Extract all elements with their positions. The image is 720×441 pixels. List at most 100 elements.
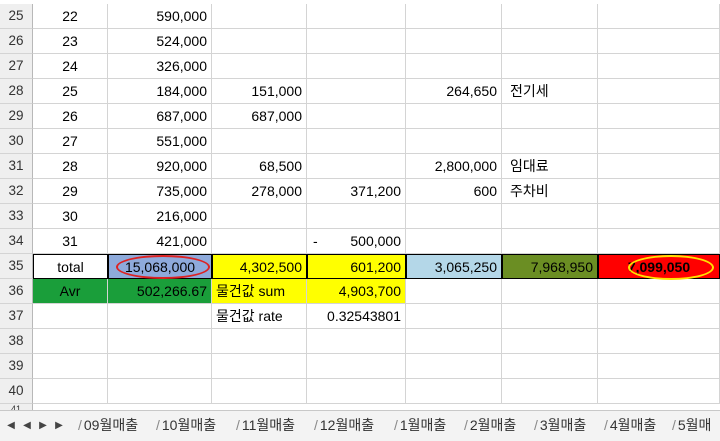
row-header[interactable]: 40	[0, 379, 33, 404]
cell[interactable]	[406, 204, 502, 229]
expense-cell[interactable]: 371,200	[307, 179, 406, 204]
cell[interactable]	[212, 229, 307, 254]
cell[interactable]	[502, 29, 598, 54]
cell[interactable]	[598, 204, 720, 229]
expense-cell[interactable]: 687,000	[212, 104, 307, 129]
cell[interactable]	[406, 229, 502, 254]
cell[interactable]	[406, 279, 502, 304]
cell[interactable]	[502, 379, 598, 404]
cell[interactable]	[598, 129, 720, 154]
cell[interactable]	[406, 4, 502, 29]
prev-sheet-icon[interactable]: ◀	[20, 419, 34, 433]
sheet-tab[interactable]: 11월매출	[232, 412, 299, 438]
cell[interactable]	[307, 104, 406, 129]
cell[interactable]	[108, 354, 212, 379]
cell[interactable]	[406, 379, 502, 404]
row-header[interactable]: 38	[0, 329, 33, 354]
cell[interactable]	[212, 129, 307, 154]
cell[interactable]	[307, 79, 406, 104]
row-header[interactable]: 25	[0, 4, 33, 29]
total-cell[interactable]: 601,200	[307, 254, 406, 279]
cell[interactable]	[212, 354, 307, 379]
expense-label-cell[interactable]: 임대료	[502, 154, 598, 179]
cell[interactable]	[502, 129, 598, 154]
cell[interactable]	[212, 204, 307, 229]
cell[interactable]	[307, 4, 406, 29]
cell[interactable]	[598, 229, 720, 254]
cell[interactable]	[108, 304, 212, 329]
cell[interactable]	[307, 54, 406, 79]
cell[interactable]	[406, 304, 502, 329]
cell[interactable]	[502, 279, 598, 304]
sales-cell[interactable]: 421,000	[108, 229, 212, 254]
cell[interactable]	[212, 29, 307, 54]
cell[interactable]	[502, 354, 598, 379]
expense-label-cell[interactable]: 주차비	[502, 179, 598, 204]
cell[interactable]	[598, 179, 720, 204]
cell[interactable]	[307, 154, 406, 179]
sheet-tab[interactable]: 1월매출	[390, 412, 450, 438]
day-cell[interactable]: 29	[33, 179, 108, 204]
sales-cell[interactable]: 216,000	[108, 204, 212, 229]
total-cell[interactable]: 4,302,500	[212, 254, 307, 279]
cell[interactable]	[307, 29, 406, 54]
cell[interactable]	[598, 279, 720, 304]
cell[interactable]	[406, 329, 502, 354]
cell[interactable]	[406, 104, 502, 129]
row-header[interactable]: 34	[0, 229, 33, 254]
cell[interactable]	[502, 204, 598, 229]
cell[interactable]	[598, 4, 720, 29]
total-sales-cell[interactable]: 15,068,000	[108, 254, 212, 279]
total-cell[interactable]: 3,065,250	[406, 254, 502, 279]
day-cell[interactable]: 26	[33, 104, 108, 129]
cell[interactable]	[406, 354, 502, 379]
cell[interactable]	[502, 229, 598, 254]
cell[interactable]	[406, 29, 502, 54]
row-header[interactable]: 37	[0, 304, 33, 329]
expense-label-cell[interactable]: 전기세	[502, 79, 598, 104]
row-header[interactable]: 33	[0, 204, 33, 229]
cell[interactable]	[598, 104, 720, 129]
cell[interactable]	[307, 204, 406, 229]
first-sheet-icon[interactable]: ◀	[4, 419, 18, 433]
cell[interactable]	[406, 129, 502, 154]
expense-cell[interactable]: 2,800,000	[406, 154, 502, 179]
expense-cell[interactable]: 278,000	[212, 179, 307, 204]
cell[interactable]	[502, 304, 598, 329]
last-sheet-icon[interactable]: ▶	[52, 419, 66, 433]
sheet-tab[interactable]: 2월매출	[460, 412, 520, 438]
expense-cell[interactable]: 264,650	[406, 79, 502, 104]
sales-cell[interactable]: 687,000	[108, 104, 212, 129]
day-cell[interactable]: 28	[33, 154, 108, 179]
sheet-tab[interactable]: 5월매	[668, 412, 715, 438]
goods-rate-label[interactable]: 물건값 rate	[212, 304, 307, 329]
sales-cell[interactable]: 735,000	[108, 179, 212, 204]
avr-value-cell[interactable]: 502,266.67	[108, 279, 212, 304]
cell[interactable]	[33, 354, 108, 379]
row-header[interactable]: 28	[0, 79, 33, 104]
cell[interactable]	[307, 354, 406, 379]
expense-cell[interactable]: 68,500	[212, 154, 307, 179]
goods-rate-value[interactable]: 0.32543801	[307, 304, 406, 329]
cell[interactable]	[307, 329, 406, 354]
row-header[interactable]: 35	[0, 254, 33, 279]
sheet-tab[interactable]: 09월매출	[74, 412, 142, 438]
day-cell[interactable]: 25	[33, 79, 108, 104]
cell[interactable]	[598, 304, 720, 329]
cell[interactable]	[598, 354, 720, 379]
cell[interactable]	[108, 329, 212, 354]
cell[interactable]	[307, 129, 406, 154]
expense-cell[interactable]: 151,000	[212, 79, 307, 104]
cell[interactable]	[502, 104, 598, 129]
cell[interactable]	[33, 329, 108, 354]
total-label[interactable]: total	[33, 254, 108, 279]
cell[interactable]	[212, 329, 307, 354]
row-header[interactable]: 30	[0, 129, 33, 154]
net-total-cell[interactable]: 7,099,050	[598, 254, 720, 279]
cell[interactable]	[212, 4, 307, 29]
row-header[interactable]: 29	[0, 104, 33, 129]
goods-sum-value[interactable]: 4,903,700	[307, 279, 406, 304]
expense-cell[interactable]: 600	[406, 179, 502, 204]
cell[interactable]	[406, 54, 502, 79]
cell[interactable]	[33, 379, 108, 404]
